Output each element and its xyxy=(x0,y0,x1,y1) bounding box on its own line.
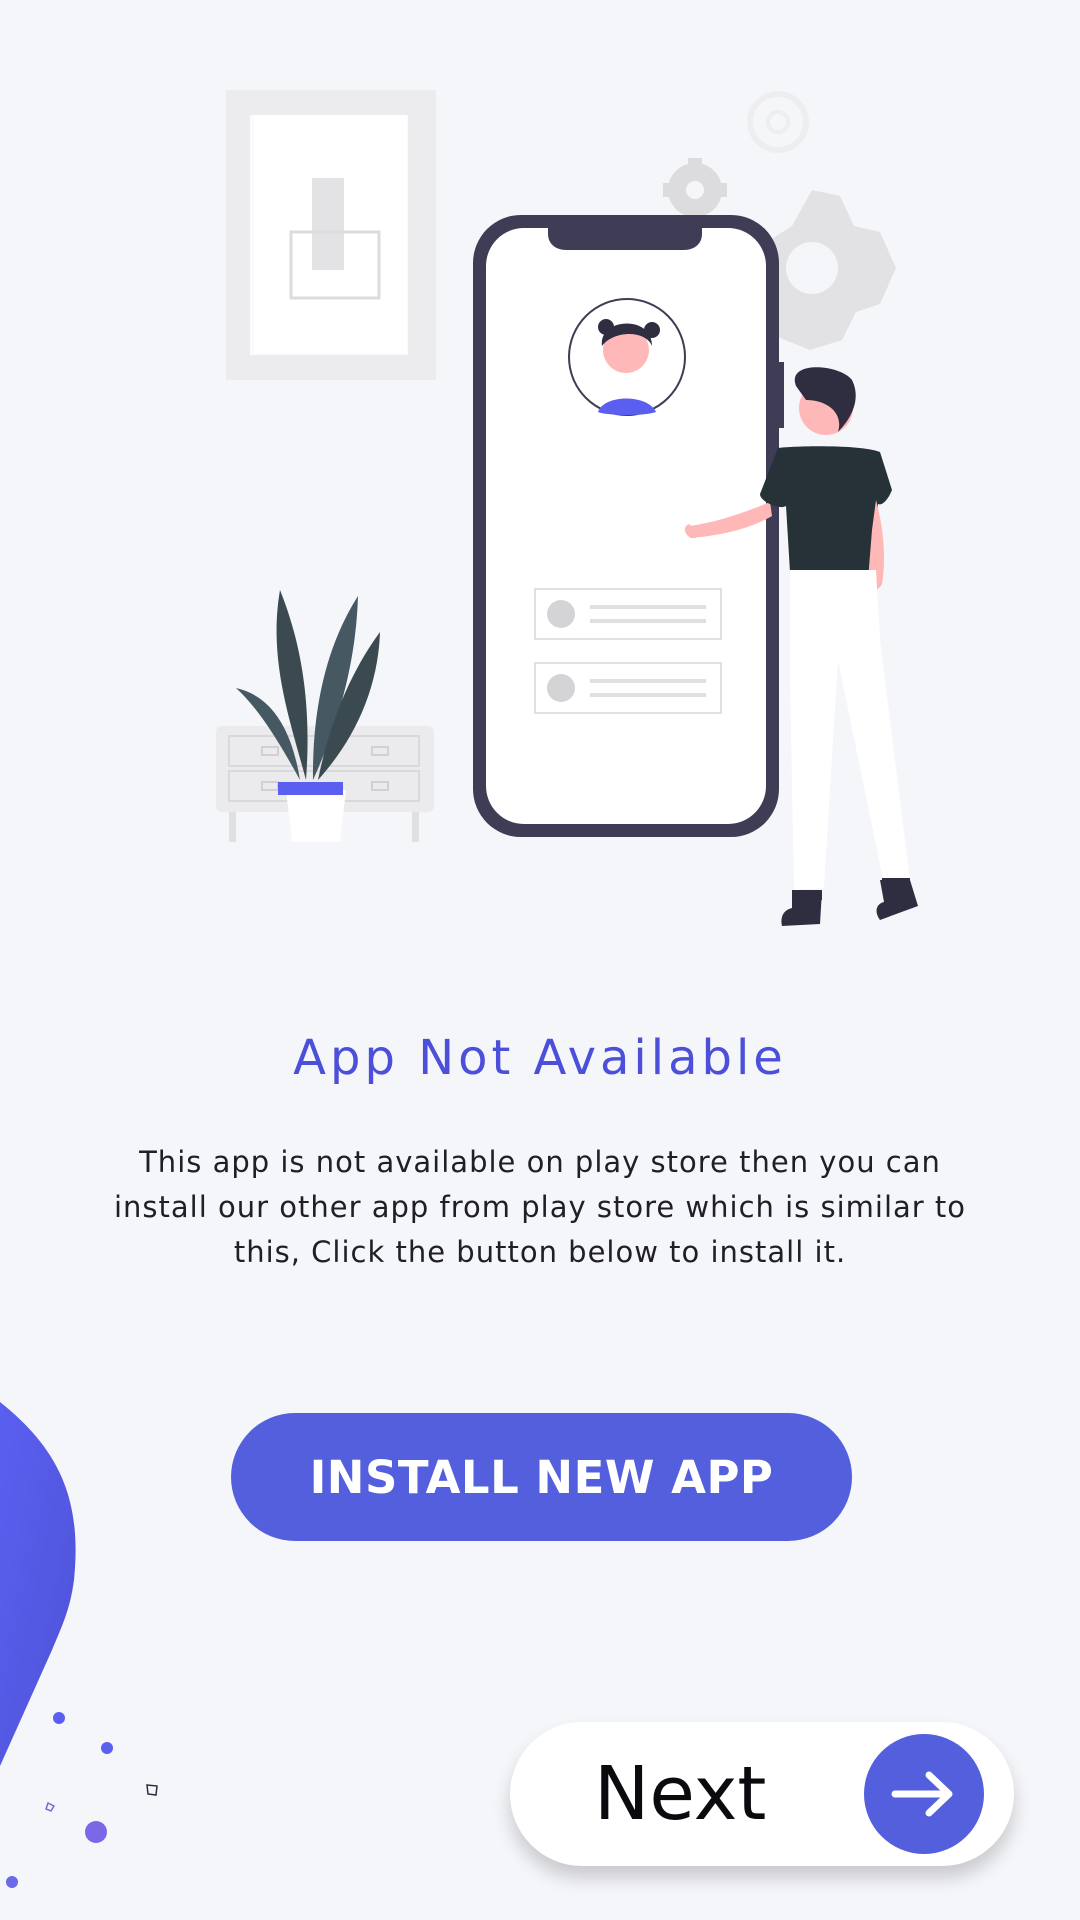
gear-icon xyxy=(747,91,809,153)
sparkle-icon xyxy=(146,1784,158,1796)
arrow-right-icon xyxy=(864,1734,984,1854)
next-button[interactable]: Next xyxy=(510,1722,1014,1866)
page-title: App Not Available xyxy=(293,1030,787,1086)
next-button-label: Next xyxy=(594,1751,767,1837)
install-new-app-button[interactable]: INSTALL NEW APP xyxy=(231,1413,852,1541)
gear-icon xyxy=(663,158,727,222)
description-text: This app is not available on play store … xyxy=(113,1145,967,1269)
wall-frame xyxy=(226,90,436,380)
hero-illustration xyxy=(216,90,918,926)
decorative-blob xyxy=(0,1402,113,1888)
